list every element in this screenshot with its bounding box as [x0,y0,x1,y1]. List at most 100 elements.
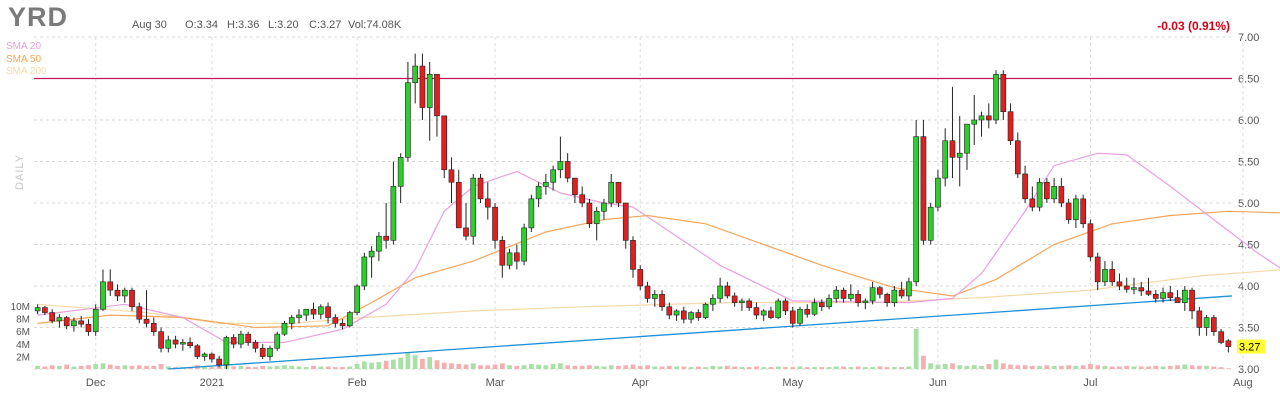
candle-down [463,227,469,237]
volume-bar [347,366,353,369]
candle-up [92,308,99,332]
candle-down [804,308,811,315]
candle-up [971,119,978,125]
volume-bar [623,365,629,369]
volume-bar [245,366,251,369]
volume-bar [964,365,970,369]
candle-down [434,74,440,117]
volume-bar [971,365,977,369]
price-change: -0.03 (0.91%) [1157,19,1230,33]
y-tick-label: 3.50 [1238,323,1259,335]
candle-up [121,289,128,297]
volume-bar [1196,365,1202,369]
volume-tick-label: 2M [16,352,30,363]
candle-down [172,339,179,345]
candle-down [252,342,259,349]
volume-bar [942,363,948,369]
sma50-line [37,210,1280,329]
candle-up [869,287,876,302]
candle-up [281,323,288,335]
x-tick-label: Jun [929,377,947,389]
candle-up [223,337,230,366]
volume-bar [1008,364,1013,369]
volume-bar [913,328,919,369]
x-tick-label: Mar [486,377,505,389]
candle-up [296,314,302,318]
volume-bar [804,367,810,369]
volume-bar [1124,365,1130,369]
volume-bar [797,366,803,369]
volume-bar [993,359,999,369]
candle-down [622,202,629,241]
candle-down [1007,111,1014,142]
candle-down [898,289,905,297]
panel-label: DAILY [14,154,26,190]
candle-down [615,181,622,204]
volume-bar [354,363,360,369]
volume-bar [558,363,563,369]
volume-bar [129,365,135,369]
candle-up [317,306,324,315]
candle-up [506,252,513,266]
volume-bar [1189,365,1195,369]
volume-bar [398,357,404,369]
volume-bar [1102,365,1108,369]
volume-bar [906,366,912,369]
candle-down [107,281,114,291]
volume-bar [739,367,745,369]
volume-bar [1000,363,1006,369]
candle-down [339,323,346,327]
volume-bar [485,365,491,369]
candle-down [136,306,143,320]
candle-down [448,169,455,183]
candle-up [993,74,999,121]
candle-down [1211,317,1217,332]
volume-bar [892,367,897,369]
volume-bar [1029,365,1035,369]
volume-bar [332,367,338,369]
volume-bar [391,359,396,369]
volume-bar [463,364,469,369]
volume-bar [775,366,781,369]
candle-up [826,298,832,308]
candle-up [739,300,745,303]
candle-down [230,337,237,345]
volume-bar [1225,368,1231,369]
quote-low: L:3.20 [268,19,299,31]
x-tick-label: Apr [632,377,649,389]
candle-up [165,339,172,349]
candle-down [724,285,731,297]
candle-down [1022,173,1028,200]
volume-bar [64,364,70,369]
volume-bar [427,357,433,369]
candle-up [1051,186,1057,200]
volume-bar [449,363,454,369]
candle-down [325,306,331,318]
x-tick-label: May [782,377,803,389]
volume-bar [274,365,280,369]
volume-bar [456,363,462,369]
candle-up [673,310,680,316]
volume-bar [260,365,266,369]
candle-up [390,186,397,241]
candle-down [383,235,389,241]
volume-bar [1058,365,1064,369]
volume-bar [1015,365,1021,369]
candle-up [891,289,898,303]
candle-up [288,317,295,324]
candle-down [1014,140,1021,175]
candle-down [985,115,992,121]
volume-bar [536,364,541,369]
volume-bar [1051,365,1057,369]
volume-bar [674,366,679,369]
volume-bar [921,355,926,369]
candle-down [1000,74,1007,112]
candle-up [1131,287,1137,290]
volume-bar [42,366,48,369]
volume-bar [572,365,578,369]
volume-bar [986,363,992,369]
volume-bar [1088,363,1093,369]
candle-up [71,320,77,327]
candle-up [180,342,186,345]
candle-down [659,293,665,308]
